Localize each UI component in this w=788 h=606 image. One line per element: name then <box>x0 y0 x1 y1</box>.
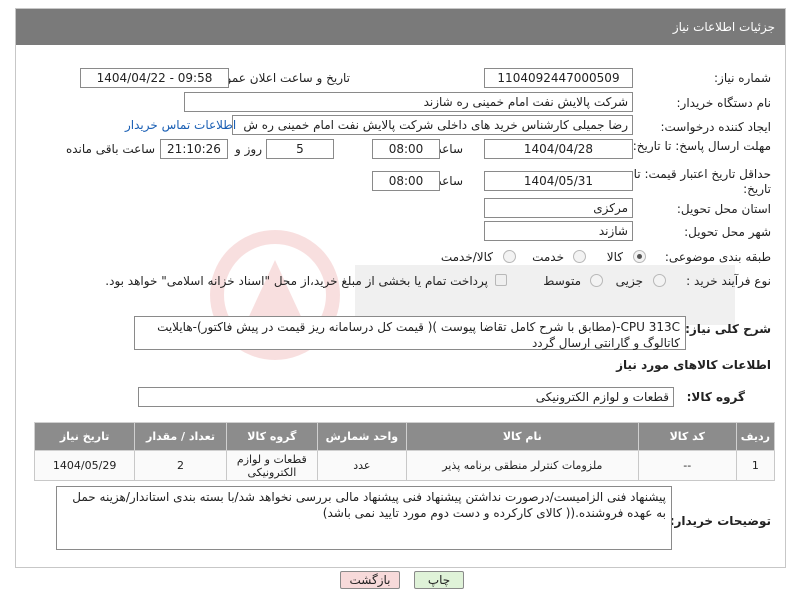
col-date-header: تاریخ نیاز <box>33 422 136 451</box>
cell-group: قطعات و لوازم الکترونیکی <box>225 450 318 481</box>
treasury-bonds-checkbox[interactable] <box>495 274 507 286</box>
buyer-contact-link[interactable]: اطلاعات تماس خریدار <box>125 118 236 132</box>
table-row: 1 -- ملزومات کنترلر منطقی برنامه پذیر عد… <box>33 450 776 481</box>
col-unit-header: واحد شمارش <box>316 422 407 451</box>
panel-header: جزئیات اطلاعات نیاز <box>16 9 785 45</box>
process-option-medium: متوسط <box>543 274 581 288</box>
description-label: شرح کلی نیاز: <box>685 322 771 336</box>
category-radio-service[interactable] <box>573 250 586 263</box>
remaining-days: 5 <box>266 139 334 159</box>
reply-deadline-time: 08:00 <box>372 139 440 159</box>
province-field: مرکزی <box>484 198 633 218</box>
goods-info-title: اطلاعات کالاهای مورد نیاز <box>616 358 771 372</box>
col-qty-header: تعداد / مقدار <box>134 422 227 451</box>
category-label: طبقه بندی موضوعی: <box>664 250 771 264</box>
city-label: شهر محل تحویل: <box>684 225 771 239</box>
category-option-both: کالا/خدمت <box>440 250 493 264</box>
print-button[interactable]: چاپ <box>414 571 464 589</box>
items-table: ردیف کد کالا نام کالا واحد شمارش گروه کا… <box>33 422 776 481</box>
goods-group-label: گروه کالا: <box>686 390 745 404</box>
cell-unit: عدد <box>316 450 407 481</box>
process-option-minor: جزیی <box>615 274 643 288</box>
treasury-bonds-note: پرداخت تمام یا بخشی از مبلغ خرید،از محل … <box>105 274 488 288</box>
cell-code: -- <box>637 450 737 481</box>
buyer-org-field: شرکت پالایش نفت امام خمینی ره شازند <box>184 92 633 112</box>
price-validity-time: 08:00 <box>372 171 440 191</box>
col-name-header: نام کالا <box>405 422 639 451</box>
col-code-header: کد کالا <box>637 422 737 451</box>
buyer-notes-label: توضیحات خریدار: <box>669 514 771 528</box>
remaining-time: 21:10:26 <box>160 139 228 159</box>
description-field: CPU 313C-(مطابق با شرح کامل تقاضا پیوست … <box>134 316 686 350</box>
province-label: استان محل تحویل: <box>676 202 771 216</box>
category-radio-both[interactable] <box>503 250 516 263</box>
table-header-row: ردیف کد کالا نام کالا واحد شمارش گروه کا… <box>33 422 776 451</box>
buyer-org-label: نام دستگاه خریدار: <box>676 96 772 110</box>
price-validity-date: 1404/05/31 <box>484 171 633 191</box>
requester-field: رضا جمیلی کارشناس خرید های داخلی شرکت پا… <box>232 115 633 135</box>
category-radio-goods[interactable] <box>633 250 646 263</box>
buyer-notes-field: پیشنهاد فنی الزامیست/درصورت نداشتن پیشنه… <box>56 486 672 550</box>
cell-date: 1404/05/29 <box>33 450 136 481</box>
reply-deadline-label: مهلت ارسال پاسخ: تا تاریخ: <box>632 139 771 153</box>
days-label: روز و <box>235 142 262 156</box>
reply-deadline-date: 1404/04/28 <box>484 139 633 159</box>
process-radio-medium[interactable] <box>590 274 603 287</box>
back-button[interactable]: بازگشت <box>340 571 400 589</box>
col-group-header: گروه کالا <box>225 422 318 451</box>
category-option-service: خدمت <box>532 250 564 264</box>
cell-row: 1 <box>735 450 776 481</box>
price-validity-label: حداقل تاریخ اعتبار قیمت: تا تاریخ: <box>633 167 771 196</box>
remaining-time-label: ساعت باقی مانده <box>65 142 155 156</box>
goods-group-field: قطعات و لوازم الکترونیکی <box>138 387 674 407</box>
need-number-field: 1104092447000509 <box>484 68 633 88</box>
city-field: شازند <box>484 221 633 241</box>
requester-label: ایجاد کننده درخواست: <box>660 120 771 134</box>
col-row-header: ردیف <box>735 422 776 451</box>
process-radio-minor[interactable] <box>653 274 666 287</box>
cell-qty: 2 <box>134 450 227 481</box>
cell-name: ملزومات کنترلر منطقی برنامه پذیر <box>405 450 639 481</box>
announce-datetime-field: 1404/04/22 - 09:58 <box>80 68 229 88</box>
page-title: جزئیات اطلاعات نیاز <box>672 20 775 34</box>
need-number-label: شماره نیاز: <box>714 71 771 85</box>
purchase-process-label: نوع فرآیند خرید : <box>686 274 771 288</box>
category-option-goods: کالا <box>606 250 623 264</box>
